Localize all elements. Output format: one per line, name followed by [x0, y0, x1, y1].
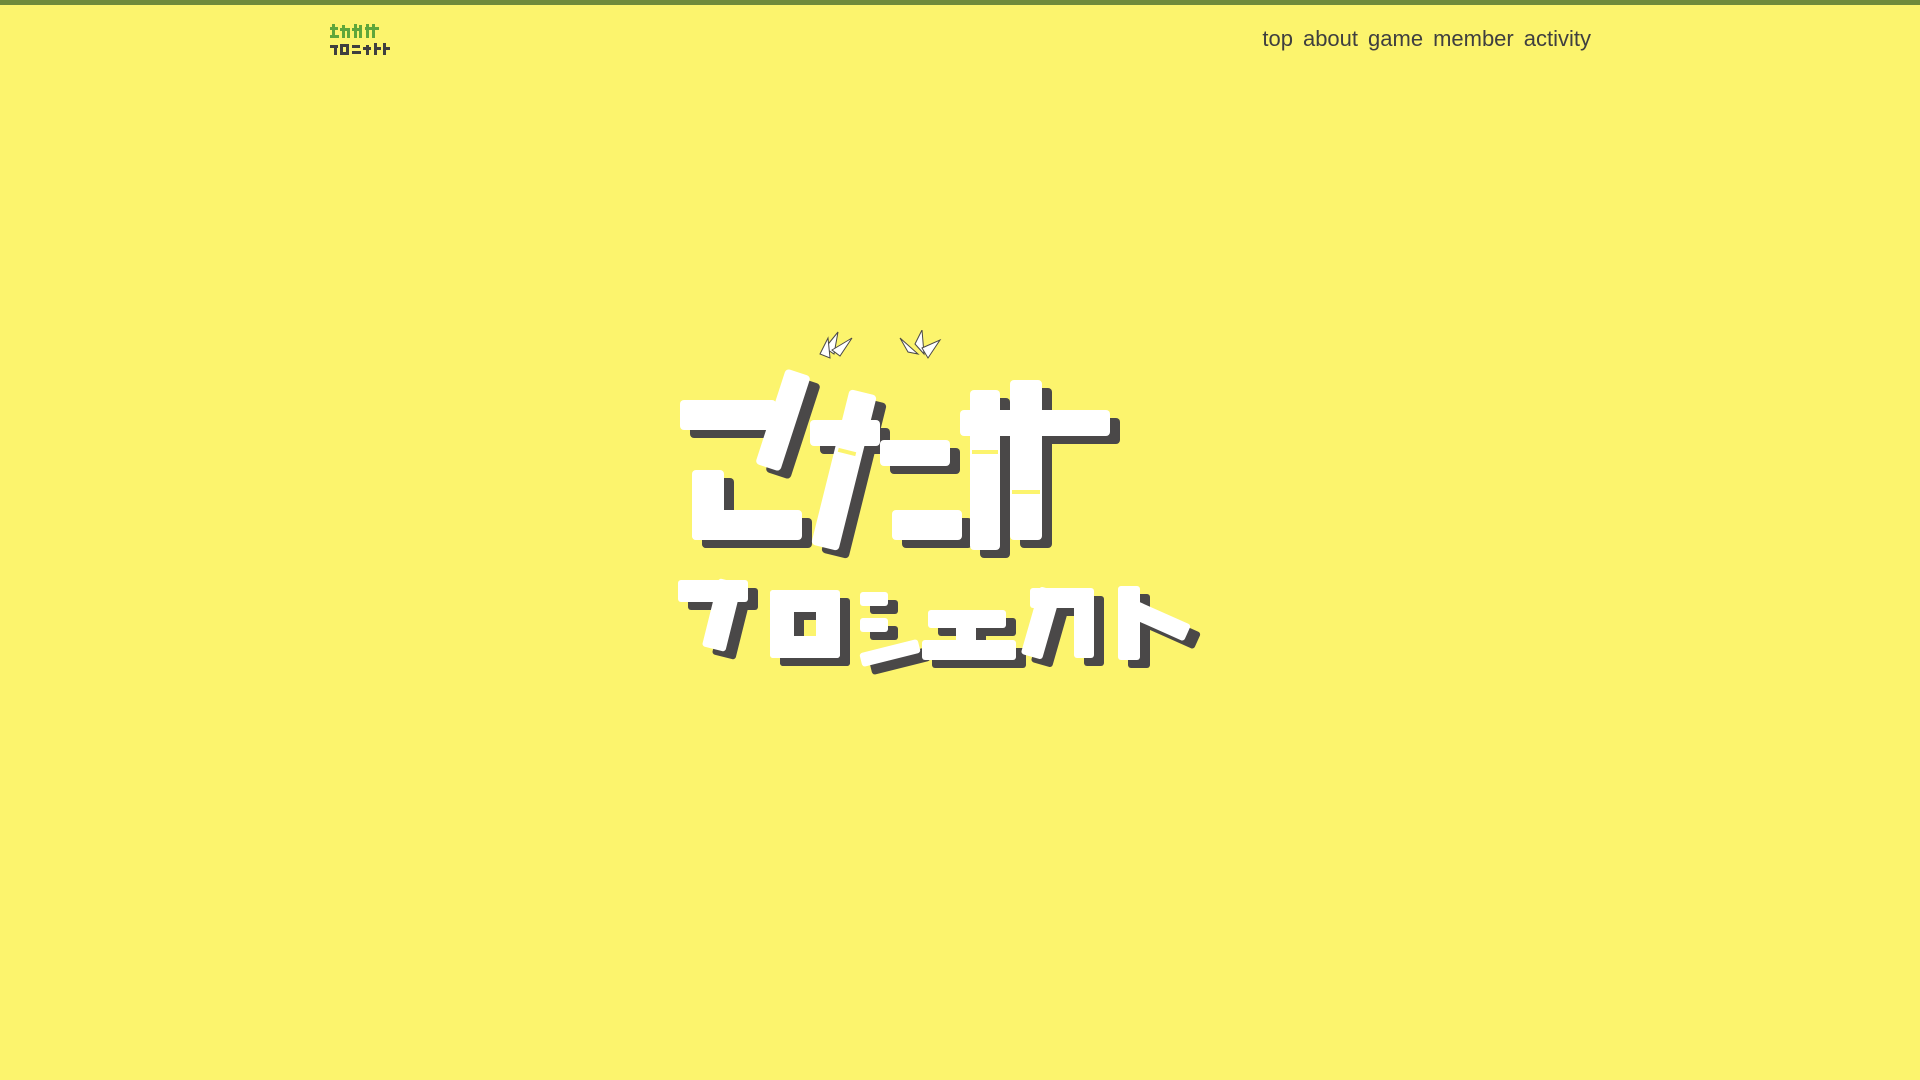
site-header: top about game member activity [0, 5, 1920, 75]
main-nav: top about game member activity [1262, 25, 1591, 53]
nav-link-top[interactable]: top [1262, 25, 1293, 53]
nav-link-member[interactable]: member [1433, 25, 1514, 53]
hero-logo [660, 330, 1280, 730]
nav-link-activity[interactable]: activity [1524, 25, 1591, 53]
bamboo-leaf-icon [819, 330, 942, 359]
nav-link-game[interactable]: game [1368, 25, 1423, 53]
bamboo-logo-icon [330, 24, 390, 55]
site-logo[interactable] [328, 19, 402, 63]
nav-link-about[interactable]: about [1303, 25, 1358, 53]
